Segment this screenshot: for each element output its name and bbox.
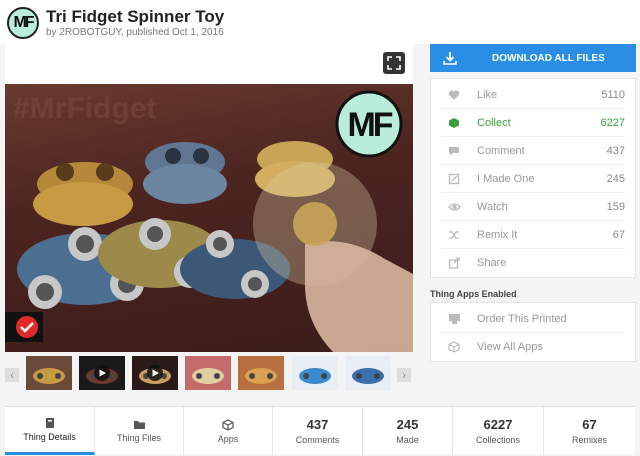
download-all-button[interactable]: DOWNLOAD ALL FILES: [430, 44, 636, 72]
thumbnail-3[interactable]: [132, 356, 178, 390]
watch-count: 159: [606, 200, 625, 213]
tab-label: Remixes: [571, 435, 607, 445]
like-label: Like: [477, 88, 498, 101]
cube-icon: [222, 418, 234, 431]
tab-count: 6227: [483, 417, 513, 432]
actions-panel: Like 5110 Collect 6227 Comment 437 I Mad…: [430, 78, 636, 278]
download-label: DOWNLOAD ALL FILES: [492, 52, 605, 64]
thumbnail-2[interactable]: [79, 356, 125, 390]
comment-count: 437: [606, 144, 625, 157]
byline[interactable]: by 2ROBOTGUY, published Oct 1, 2016: [46, 27, 224, 38]
tab-made[interactable]: 245 Made: [363, 407, 453, 455]
collect-button[interactable]: Collect 6227: [441, 109, 625, 137]
remix-label: Remix It: [477, 228, 518, 241]
like-button[interactable]: Like 5110: [441, 81, 625, 109]
watermark-text: #MrFidget: [13, 92, 156, 125]
view-all-apps-label: View All Apps: [477, 341, 543, 353]
tab-apps[interactable]: Apps: [184, 407, 273, 455]
thumbs-next-button[interactable]: ›: [397, 368, 411, 382]
thumbnail-5[interactable]: [238, 356, 284, 390]
like-count: 5110: [601, 88, 625, 101]
comment-icon: [441, 145, 467, 157]
thumbnail-7[interactable]: [345, 356, 391, 390]
page-title: Tri Fidget Spinner Toy: [46, 7, 225, 26]
made-one-button[interactable]: I Made One 245: [441, 165, 625, 193]
remix-count: 67: [612, 228, 625, 241]
tab-label: Thing Files: [116, 433, 161, 443]
folder-icon: [133, 421, 145, 429]
tab-remixes[interactable]: 67 Remixes: [544, 407, 635, 455]
tab-label: Apps: [217, 433, 239, 444]
remix-button[interactable]: Remix It 67: [441, 221, 625, 249]
thumbnail-4[interactable]: [185, 356, 231, 390]
mf-badge-text: MF: [347, 106, 392, 144]
made-one-label: I Made One: [477, 172, 535, 185]
avatar-text: MF: [13, 14, 34, 31]
view-all-apps-button[interactable]: View All Apps: [441, 333, 625, 361]
media-viewer: #MrFidget MF: [5, 44, 413, 354]
page-header: MF Tri Fidget Spinner Toy by 2ROBOTGUY, …: [0, 0, 640, 44]
made-icon: [441, 173, 467, 185]
tab-label: Thing Details: [23, 432, 76, 442]
collect-icon: [441, 117, 467, 129]
cube-icon: [441, 341, 467, 353]
thumbnail-6[interactable]: [292, 356, 338, 390]
share-button[interactable]: Share: [441, 249, 625, 277]
heart-icon: [441, 89, 467, 101]
tab-thing-details[interactable]: Thing Details: [5, 407, 95, 455]
watch-button[interactable]: Watch 159: [441, 193, 625, 221]
share-icon: [441, 257, 467, 269]
thumbs-prev-button[interactable]: ‹: [5, 368, 19, 382]
tab-label: Collections: [475, 435, 521, 445]
order-printed-button[interactable]: Order This Printed: [441, 305, 625, 333]
comment-button[interactable]: Comment 437: [441, 137, 625, 165]
made-one-count: 245: [606, 172, 625, 185]
order-printed-label: Order This Printed: [477, 312, 567, 325]
thing-tabs: Thing Details Thing Files Apps 437 Comme…: [5, 406, 635, 455]
watch-label: Watch: [477, 200, 508, 213]
thumbnail-1[interactable]: [26, 356, 72, 390]
tab-count: 437: [306, 417, 329, 432]
printer-icon: [441, 313, 467, 325]
apps-panel: Order This Printed View All Apps: [430, 302, 636, 362]
thumbnail-strip: ‹ ›: [0, 352, 420, 398]
tab-collections[interactable]: 6227 Collections: [453, 407, 544, 455]
tab-thing-files[interactable]: Thing Files: [95, 407, 184, 455]
main-photo[interactable]: #MrFidget MF: [5, 84, 413, 354]
apps-section-title: Thing Apps Enabled: [430, 289, 517, 299]
comment-label: Comment: [477, 144, 525, 157]
share-label: Share: [477, 257, 507, 269]
tab-count: 245: [396, 417, 419, 432]
tab-comments[interactable]: 437 Comments: [273, 407, 363, 455]
download-icon: [430, 51, 470, 65]
book-icon: [45, 418, 54, 428]
tab-label: Comments: [295, 435, 340, 445]
eye-icon: [441, 202, 467, 212]
creator-avatar[interactable]: MF: [7, 7, 39, 39]
remix-icon: [441, 229, 467, 241]
expand-icon[interactable]: [383, 52, 405, 74]
tab-label: Made: [396, 435, 419, 445]
collect-count: 6227: [600, 116, 625, 129]
tab-count: 67: [582, 417, 597, 432]
collect-label: Collect: [477, 116, 511, 129]
